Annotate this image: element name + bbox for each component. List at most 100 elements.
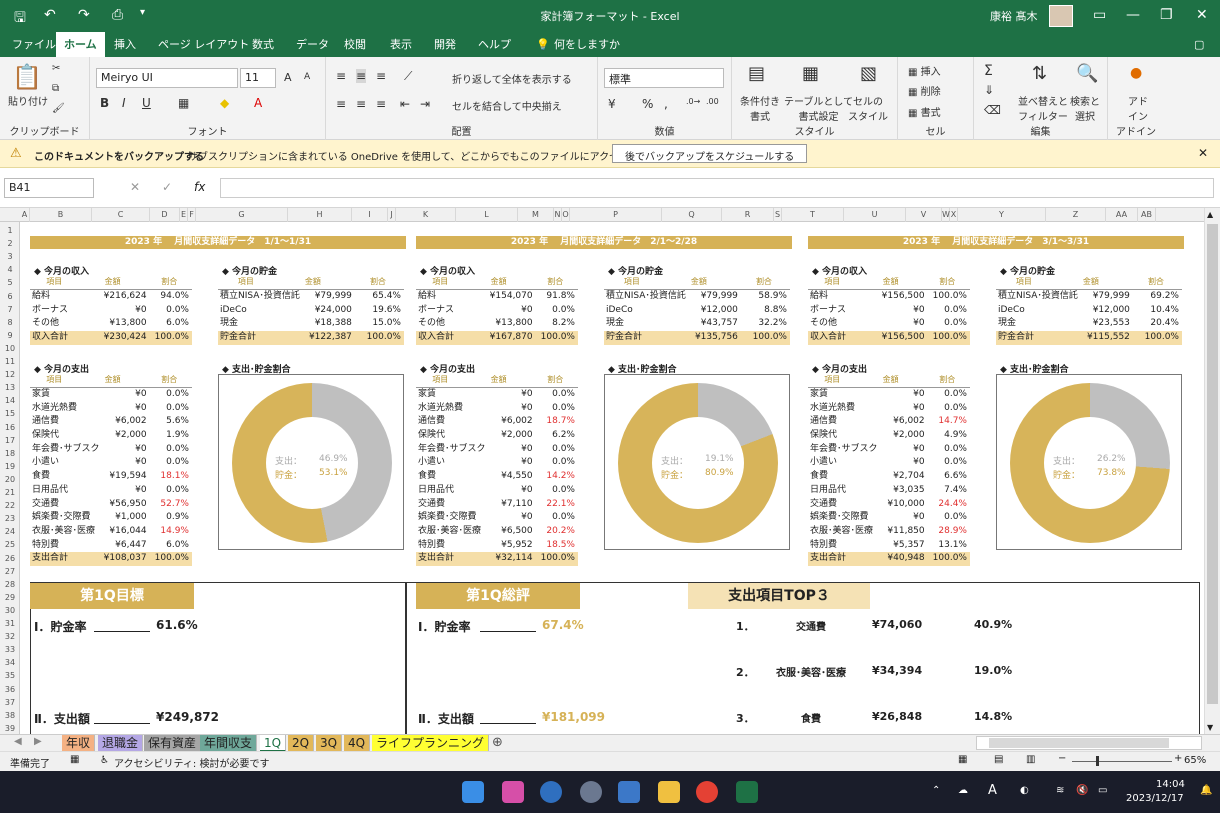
row-header[interactable]: 37 xyxy=(0,696,20,709)
row-header[interactable]: 39 xyxy=(0,722,20,735)
row-header[interactable]: 20 xyxy=(0,473,20,486)
table-total-row[interactable]: 貯金合計 ¥122,387 100.0% xyxy=(218,331,404,345)
clear-icon[interactable]: ⌫ xyxy=(984,103,1001,117)
column-header[interactable]: M xyxy=(518,208,554,222)
row-header[interactable]: 4 xyxy=(0,263,20,276)
format-painter-icon[interactable]: 🖌 xyxy=(52,103,65,114)
decrease-indent-icon[interactable]: ⇤ xyxy=(400,97,410,111)
row-header[interactable]: 27 xyxy=(0,565,20,578)
table-row[interactable]: 積立NISA･投資信託 ¥79,999 69.2% xyxy=(996,290,1182,304)
delete-cells-button[interactable]: ▦ 削除 xyxy=(908,83,941,98)
autosum-icon[interactable]: Σ xyxy=(984,63,993,79)
table-total-row[interactable]: 支出合計 ¥32,114 100.0% xyxy=(416,552,578,566)
table-row[interactable]: 水道光熱費 ¥0 0.0% xyxy=(416,402,578,416)
conditional-format-button[interactable]: 条件付き 書式 xyxy=(740,93,780,123)
page-break-view-icon[interactable]: ▥ xyxy=(1026,754,1035,765)
chrome-icon[interactable] xyxy=(696,781,718,803)
tray-chevron-icon[interactable]: ⌃ xyxy=(932,785,940,796)
table-row[interactable]: iDeCo ¥12,000 10.4% xyxy=(996,304,1182,318)
row-header[interactable]: 6 xyxy=(0,290,20,303)
sheet-next-icon[interactable]: ▶ xyxy=(34,736,42,747)
cancel-icon[interactable]: ✕ xyxy=(130,180,140,194)
column-header[interactable]: Z xyxy=(1046,208,1106,222)
fill-color-icon[interactable]: ◆ xyxy=(220,96,229,110)
column-header[interactable]: J xyxy=(388,208,396,222)
row-header[interactable]: 24 xyxy=(0,525,20,538)
row-header[interactable]: 1 xyxy=(0,224,20,237)
bold-icon[interactable]: B xyxy=(100,96,109,110)
column-header[interactable]: T xyxy=(782,208,844,222)
table-row[interactable]: 積立NISA･投資信託 ¥79,999 58.9% xyxy=(604,290,790,304)
new-sheet-icon[interactable]: ⊕ xyxy=(492,735,503,750)
comments-icon[interactable]: ▢ xyxy=(1186,32,1212,57)
start-icon[interactable] xyxy=(462,781,484,803)
column-header[interactable]: B xyxy=(30,208,92,222)
find-select-icon[interactable]: 🔍 xyxy=(1076,63,1098,84)
power-automate-icon[interactable] xyxy=(540,781,562,803)
name-box[interactable]: B41 xyxy=(4,178,94,198)
table-row[interactable]: その他 ¥13,800 8.2% xyxy=(416,317,578,331)
table-row[interactable]: 保険代 ¥2,000 4.9% xyxy=(808,429,970,443)
table-row[interactable]: 日用品代 ¥0 0.0% xyxy=(416,484,578,498)
row-header[interactable]: 38 xyxy=(0,709,20,722)
font-size-combo[interactable]: 11 xyxy=(240,68,276,88)
table-row[interactable]: 日用品代 ¥3,035 7.4% xyxy=(808,484,970,498)
table-row[interactable]: 小遣い ¥0 0.0% xyxy=(808,456,970,470)
sheet-tab[interactable]: 2Q xyxy=(288,735,315,752)
tab-insert[interactable]: 挿入 xyxy=(106,32,144,57)
addin-button[interactable]: アド イン xyxy=(1128,93,1148,123)
paste-button[interactable]: 貼り付け xyxy=(8,93,48,108)
row-header[interactable]: 23 xyxy=(0,512,20,525)
tab-file[interactable]: ファイル xyxy=(4,32,64,57)
number-format-combo[interactable]: 標準 xyxy=(604,68,724,88)
table-row[interactable]: ボーナス ¥0 0.0% xyxy=(808,304,970,318)
row-header[interactable]: 2 xyxy=(0,237,20,250)
column-header[interactable]: Y xyxy=(958,208,1046,222)
onedrive-icon[interactable]: ☁ xyxy=(958,785,968,796)
table-row[interactable]: 特別費 ¥5,357 13.1% xyxy=(808,539,970,553)
row-header[interactable]: 32 xyxy=(0,630,20,643)
formula-input[interactable] xyxy=(220,178,1214,198)
scroll-up-icon[interactable]: ▲ xyxy=(1207,210,1213,219)
zoom-in-icon[interactable]: + xyxy=(1174,753,1182,764)
align-left-icon[interactable]: ≡ xyxy=(336,97,346,111)
cell-styles-icon[interactable]: ▧ xyxy=(860,63,877,84)
tab-home[interactable]: ホーム xyxy=(56,32,105,57)
row-header[interactable]: 8 xyxy=(0,316,20,329)
tab-help[interactable]: ヘルプ xyxy=(470,32,519,57)
table-row[interactable]: 給料 ¥154,070 91.8% xyxy=(416,290,578,304)
normal-view-icon[interactable]: ▦ xyxy=(958,754,967,765)
row-header[interactable]: 19 xyxy=(0,460,20,473)
table-row[interactable]: 食費 ¥19,594 18.1% xyxy=(30,470,192,484)
macro-record-icon[interactable]: ▦ xyxy=(70,754,79,765)
row-header[interactable]: 3 xyxy=(0,250,20,263)
merge-center-button[interactable]: セルを結合して中央揃え xyxy=(452,98,562,113)
table-row[interactable]: 衣服･美容･医療 ¥6,500 20.2% xyxy=(416,525,578,539)
table-row[interactable]: 衣服･美容･医療 ¥16,044 14.9% xyxy=(30,525,192,539)
column-header[interactable]: D xyxy=(150,208,180,222)
table-row[interactable]: 水道光熱費 ¥0 0.0% xyxy=(30,402,192,416)
schedule-backup-button[interactable]: 後でバックアップをスケジュールする xyxy=(612,144,808,163)
row-header[interactable]: 28 xyxy=(0,578,20,591)
table-row[interactable]: 交通費 ¥10,000 24.4% xyxy=(808,498,970,512)
cut-icon[interactable]: ✂ xyxy=(52,63,60,74)
table-row[interactable]: 水道光熱費 ¥0 0.0% xyxy=(808,402,970,416)
row-header[interactable]: 5 xyxy=(0,276,20,289)
column-header[interactable]: X xyxy=(950,208,958,222)
sort-filter-button[interactable]: 並べ替えと フィルター xyxy=(1018,93,1068,123)
align-middle-icon[interactable]: ≡ xyxy=(356,69,367,83)
column-header[interactable]: H xyxy=(288,208,352,222)
table-row[interactable]: 衣服･美容･医療 ¥11,850 28.9% xyxy=(808,525,970,539)
row-header[interactable]: 35 xyxy=(0,669,20,682)
table-total-row[interactable]: 支出合計 ¥40,948 100.0% xyxy=(808,552,970,566)
table-row[interactable]: 交通費 ¥7,110 22.1% xyxy=(416,498,578,512)
clock-date[interactable]: 2023/12/17 xyxy=(1126,793,1184,804)
ime-icon[interactable]: A xyxy=(988,783,997,798)
table-row[interactable]: iDeCo ¥12,000 8.8% xyxy=(604,304,790,318)
table-row[interactable]: 小遣い ¥0 0.0% xyxy=(30,456,192,470)
align-center-icon[interactable]: ≡ xyxy=(356,97,366,111)
table-row[interactable]: ボーナス ¥0 0.0% xyxy=(30,304,192,318)
speaker-icon[interactable]: 🔇 xyxy=(1076,785,1088,796)
paste-icon[interactable]: 📋 xyxy=(12,63,42,91)
row-header[interactable]: 18 xyxy=(0,447,20,460)
